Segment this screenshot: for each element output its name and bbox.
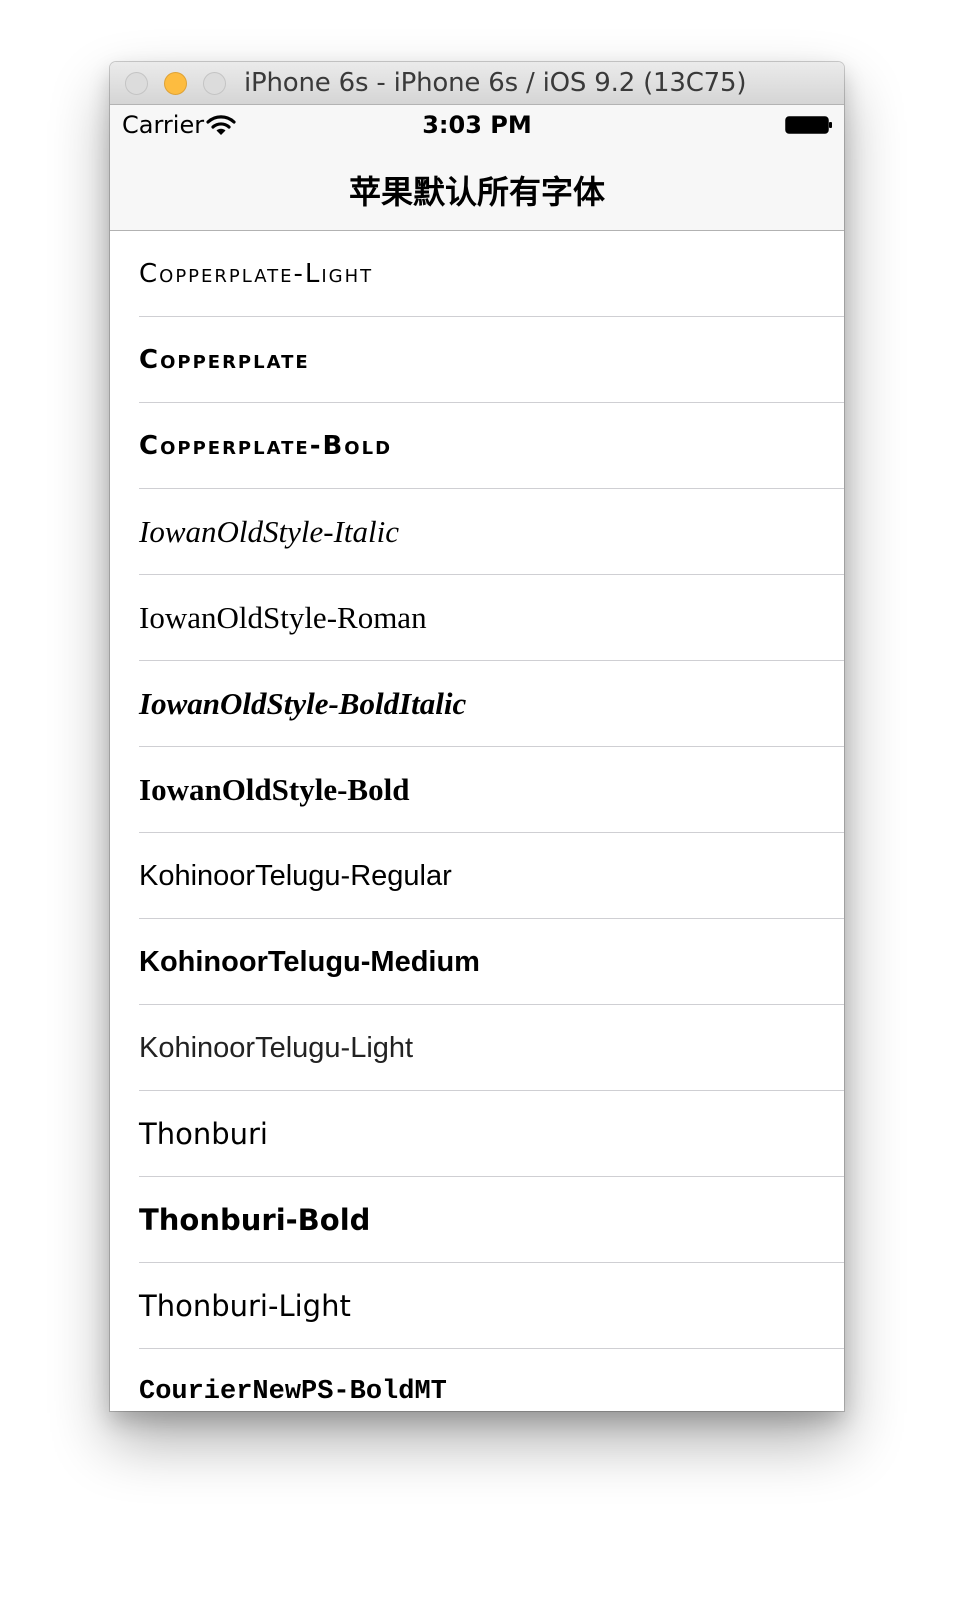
list-item[interactable]: KohinoorTelugu-Medium	[110, 919, 844, 1005]
window-title: iPhone 6s - iPhone 6s / iOS 9.2 (13C75)	[244, 68, 747, 98]
list-item-label: Copperplate-Bold	[139, 431, 393, 461]
zoom-window-button[interactable]	[203, 72, 226, 95]
list-item[interactable]: IowanOldStyle-Roman	[110, 575, 844, 661]
list-item[interactable]: CourierNewPS-BoldMT	[110, 1349, 844, 1411]
list-item-label: IowanOldStyle-Roman	[139, 600, 427, 635]
window-titlebar[interactable]: iPhone 6s - iPhone 6s / iOS 9.2 (13C75)	[110, 62, 844, 105]
list-item-label: Thonburi	[139, 1117, 268, 1151]
device-screen: Carrier 3:03 PM 苹果默认所有字体 Copperplate-Lig…	[110, 105, 844, 1411]
list-item[interactable]: IowanOldStyle-Italic	[110, 489, 844, 575]
list-item-label: KohinoorTelugu-Light	[139, 1032, 414, 1064]
list-item-label: IowanOldStyle-Italic	[139, 514, 399, 549]
list-item-label: Thonburi-Bold	[139, 1203, 371, 1237]
list-item[interactable]: Copperplate	[110, 317, 844, 403]
list-item[interactable]: Thonburi-Bold	[110, 1177, 844, 1263]
minimize-window-button[interactable]	[164, 72, 187, 95]
list-item-label: Copperplate-Light	[139, 259, 374, 289]
list-item-label: KohinoorTelugu-Regular	[139, 860, 452, 892]
list-item[interactable]: KohinoorTelugu-Light	[110, 1005, 844, 1091]
list-item-label: KohinoorTelugu-Medium	[139, 946, 480, 978]
list-item[interactable]: Thonburi-Light	[110, 1263, 844, 1349]
list-item[interactable]: Thonburi	[110, 1091, 844, 1177]
list-item[interactable]: IowanOldStyle-BoldItalic	[110, 661, 844, 747]
close-window-button[interactable]	[125, 72, 148, 95]
list-item[interactable]: IowanOldStyle-Bold	[110, 747, 844, 833]
list-item[interactable]: Copperplate-Bold	[110, 403, 844, 489]
simulator-window: iPhone 6s - iPhone 6s / iOS 9.2 (13C75) …	[110, 62, 844, 1411]
list-item-label: CourierNewPS-BoldMT	[139, 1377, 447, 1407]
status-time: 3:03 PM	[422, 111, 532, 139]
list-item[interactable]: Copperplate-Light	[110, 231, 844, 317]
list-item-label: Thonburi-Light	[139, 1289, 351, 1323]
list-item-label: IowanOldStyle-Bold	[139, 772, 410, 807]
list-item[interactable]: KohinoorTelugu-Regular	[110, 833, 844, 919]
font-list[interactable]: Copperplate-Light Copperplate Copperplat…	[110, 231, 844, 1411]
list-item-label: Copperplate	[139, 345, 310, 375]
page-title: 苹果默认所有字体	[348, 173, 605, 211]
navigation-bar: Carrier 3:03 PM 苹果默认所有字体	[110, 105, 844, 231]
list-item-label: IowanOldStyle-BoldItalic	[139, 686, 467, 721]
battery-icon	[785, 116, 832, 134]
